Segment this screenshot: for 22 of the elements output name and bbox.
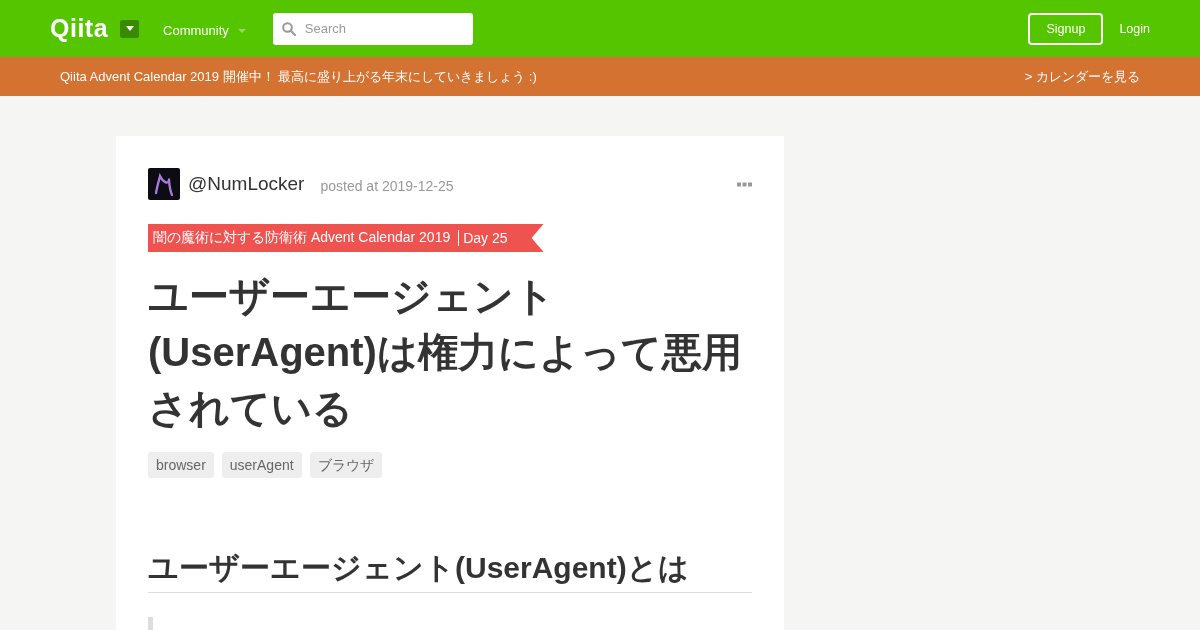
calendar-name: 闇の魔術に対する防衛術 Advent Calendar 2019 [153, 229, 451, 247]
more-options-icon[interactable] [737, 181, 752, 187]
calendar-day: Day 25 [458, 230, 508, 246]
user-avatar[interactable] [148, 168, 180, 200]
caret-icon [237, 28, 246, 33]
caret-icon [125, 26, 134, 31]
section-heading: ユーザーエージェント(UserAgent)とは [148, 548, 752, 593]
advent-calendar-ribbon[interactable]: 闇の魔術に対する防衛術 Advent Calendar 2019 Day 25 [148, 224, 544, 252]
login-link[interactable]: Login [1119, 21, 1150, 36]
article-title: ユーザーエージェント(UserAgent)は権力によって悪用されている [148, 273, 743, 432]
community-menu[interactable]: Community [163, 23, 246, 38]
banner-message: Qiita Advent Calendar 2019 開催中！ 最高に盛り上がる年末にしていきましょう :) [60, 67, 537, 86]
tag-chip[interactable]: ブラウザ [309, 452, 382, 478]
signup-button[interactable]: Signup [1028, 12, 1104, 45]
qiita-logo[interactable]: Qiita [50, 14, 109, 43]
posted-date: posted at 2019-12-25 [320, 177, 454, 194]
tag-chip[interactable]: browser [148, 452, 214, 478]
logo-menu-button[interactable] [120, 19, 140, 38]
calendar-link[interactable]: > カレンダーを見る [1024, 67, 1140, 86]
author-name[interactable]: @NumLocker [188, 173, 305, 195]
search-field[interactable]: Search [272, 12, 473, 45]
tag-chip[interactable]: userAgent [221, 452, 302, 478]
